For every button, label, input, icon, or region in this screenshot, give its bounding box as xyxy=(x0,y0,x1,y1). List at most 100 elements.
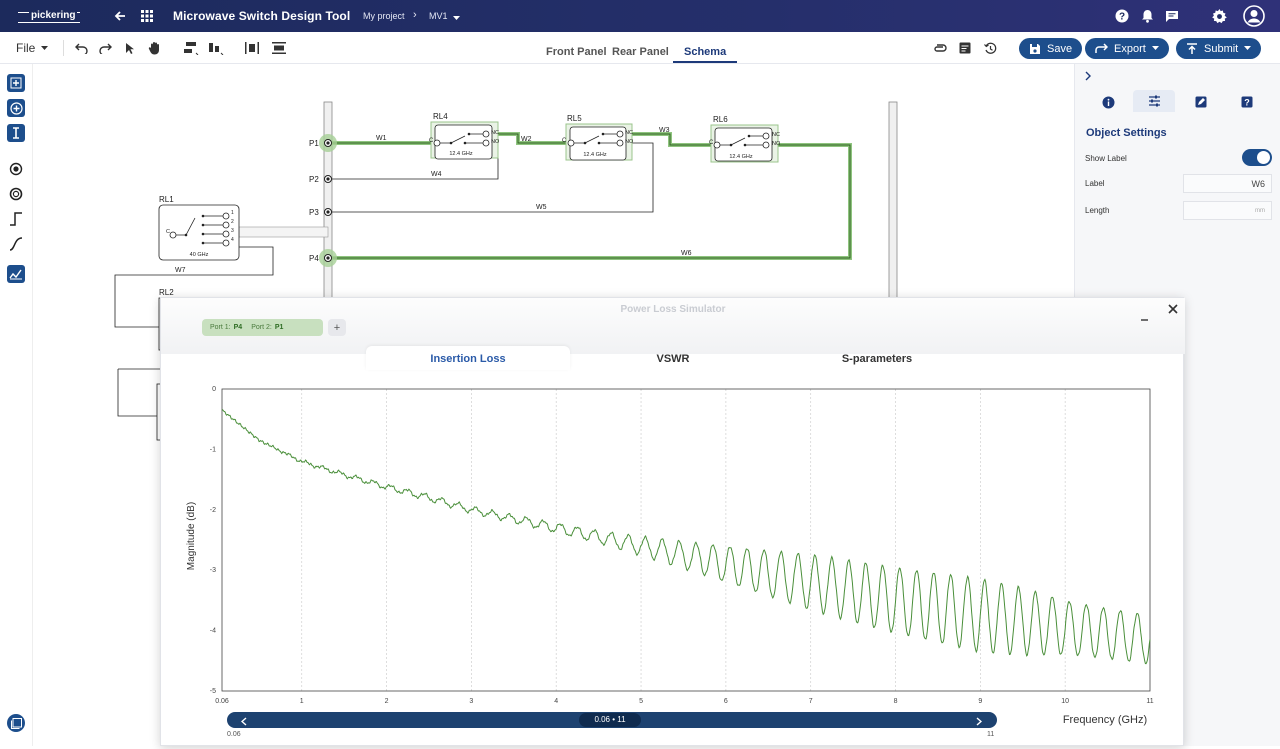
radio-connector-icon[interactable] xyxy=(7,160,25,178)
redo-icon[interactable] xyxy=(97,39,113,57)
port-p1[interactable] xyxy=(319,134,337,152)
port-label-p1: P1 xyxy=(309,139,319,148)
length-input[interactable]: mm xyxy=(1183,201,1272,220)
relay-rl5[interactable]: RL5 C NC NO 12.4 GHz xyxy=(562,114,634,161)
variant-dropdown-icon[interactable] xyxy=(453,13,460,23)
top-bar: pickering Microwave Switch Design Tool M… xyxy=(0,0,1280,32)
submit-upload-icon xyxy=(1187,42,1197,54)
range-handle-label[interactable]: 0.06 • 11 xyxy=(579,713,641,727)
y-tick-label: -4 xyxy=(210,628,216,635)
pickering-logo[interactable]: pickering xyxy=(18,7,80,25)
port-node-icon[interactable] xyxy=(7,185,25,203)
x-tick-label: 6 xyxy=(724,698,728,705)
x-tick-label: 11 xyxy=(1146,698,1153,705)
range-left-chevron-icon[interactable] xyxy=(240,715,247,729)
align-bottom-icon[interactable] xyxy=(207,39,225,57)
align-left-icon[interactable] xyxy=(182,39,200,57)
library-icon[interactable] xyxy=(7,714,25,732)
relay-rl1[interactable]: RL1 C 1 2 3 4 40 GHz xyxy=(158,195,240,261)
breadcrumb-variant[interactable]: MV1 xyxy=(429,11,448,21)
svg-text:NC: NC xyxy=(625,130,633,136)
object-settings-title: Object Settings xyxy=(1086,127,1167,139)
pan-hand-icon[interactable] xyxy=(147,39,163,57)
back-arrow-icon[interactable] xyxy=(110,6,130,26)
history-icon[interactable] xyxy=(982,39,998,57)
relay-rl4[interactable]: RL4 C NC NO 12.4 GHz xyxy=(429,112,500,160)
apps-grid-icon[interactable] xyxy=(137,6,157,26)
range-right-chevron-icon[interactable] xyxy=(976,715,983,729)
label-input[interactable]: W6 xyxy=(1183,174,1272,193)
tab-settings-sliders-icon[interactable] xyxy=(1133,90,1175,112)
relay-rl6[interactable]: RL6 C NC NO 12.4 GHz xyxy=(709,115,781,163)
add-component-icon[interactable] xyxy=(7,74,25,92)
port2-value: P1 xyxy=(274,324,284,331)
submit-label: Submit xyxy=(1204,42,1239,55)
tab-s-parameters[interactable]: S-parameters xyxy=(775,346,979,370)
port-label-p3: P3 xyxy=(309,208,319,217)
app-title: Microwave Switch Design Tool xyxy=(173,9,351,23)
minimize-icon[interactable] xyxy=(1140,308,1149,324)
logo-text: pickering xyxy=(29,10,78,21)
collapse-panel-chevron-icon[interactable] xyxy=(1084,70,1092,84)
x-tick-label: 7 xyxy=(809,698,813,705)
x-tick-label: 0.06 xyxy=(215,698,229,705)
port-p2[interactable] xyxy=(324,175,332,183)
port1-value: P4 xyxy=(233,324,243,331)
add-port-pair-button[interactable]: + xyxy=(328,319,346,336)
save-label: Save xyxy=(1047,42,1073,55)
help-icon[interactable]: ? xyxy=(1112,6,1132,26)
tab-front-panel[interactable]: Front Panel xyxy=(546,46,607,58)
save-button[interactable]: Save xyxy=(1019,38,1083,59)
simulator-title: Power Loss Simulator xyxy=(620,304,726,315)
range-max-label: 11 xyxy=(987,731,995,738)
tab-insertion-loss[interactable]: Insertion Loss xyxy=(366,346,570,370)
simulation-chart-icon[interactable] xyxy=(7,265,25,283)
wire-label-w2: W2 xyxy=(521,136,532,143)
relay-label-rl2: RL2 xyxy=(159,288,174,297)
breadcrumb-project[interactable]: My project xyxy=(363,11,405,21)
tab-rear-panel[interactable]: Rear Panel xyxy=(612,46,669,58)
svg-text:3: 3 xyxy=(231,228,234,234)
notifications-bell-icon[interactable] xyxy=(1137,6,1157,26)
undo-icon[interactable] xyxy=(73,39,89,57)
port-p4[interactable] xyxy=(319,249,337,267)
user-avatar-icon[interactable] xyxy=(1242,4,1266,28)
settings-gear-icon[interactable] xyxy=(1209,6,1229,26)
svg-text:C: C xyxy=(562,138,567,144)
tab-edit-icon[interactable] xyxy=(1189,92,1213,112)
tab-schema[interactable]: Schema xyxy=(673,46,738,63)
svg-text:12.4 GHz: 12.4 GHz xyxy=(583,152,606,158)
plot-frame xyxy=(221,388,1151,692)
frequency-range-slider[interactable]: 0.06 • 11 xyxy=(227,712,997,728)
tab-info-icon[interactable] xyxy=(1096,92,1120,112)
curved-wire-icon[interactable] xyxy=(7,235,25,253)
text-cursor-icon[interactable] xyxy=(7,124,25,142)
add-port-icon[interactable] xyxy=(7,99,25,117)
svg-text:12.4 GHz: 12.4 GHz xyxy=(449,151,472,157)
select-pointer-icon[interactable] xyxy=(123,39,137,57)
distribute-horizontal-icon[interactable] xyxy=(243,39,261,57)
svg-text:NO: NO xyxy=(772,141,781,147)
port-pair-chip[interactable]: Port 1: P4 Port 2: P1 xyxy=(202,319,323,336)
toolbar-divider xyxy=(63,40,64,56)
submit-button[interactable]: Submit xyxy=(1176,38,1262,59)
orthogonal-wire-icon[interactable] xyxy=(7,210,25,228)
wire-label-w4: W4 xyxy=(431,171,442,178)
show-label-toggle[interactable] xyxy=(1242,149,1272,166)
close-icon[interactable] xyxy=(1166,302,1180,321)
port-p3[interactable] xyxy=(324,208,332,216)
port2-label: Port 2: xyxy=(251,324,272,331)
x-tick-label: 2 xyxy=(385,698,389,705)
submit-dropdown-icon xyxy=(1244,46,1252,50)
tab-help-icon[interactable]: ? xyxy=(1235,92,1259,112)
wire-w2-highlight[interactable] xyxy=(498,132,566,145)
distribute-vertical-icon[interactable] xyxy=(270,39,288,57)
attachment-icon[interactable] xyxy=(932,39,948,57)
export-button[interactable]: Export xyxy=(1085,38,1169,59)
chat-icon[interactable] xyxy=(1162,6,1182,26)
y-tick-label: -3 xyxy=(210,567,216,574)
tab-vswr[interactable]: VSWR xyxy=(571,346,775,370)
file-menu[interactable]: File xyxy=(16,39,49,57)
svg-text:NO: NO xyxy=(625,139,634,145)
notes-icon[interactable] xyxy=(957,39,973,57)
